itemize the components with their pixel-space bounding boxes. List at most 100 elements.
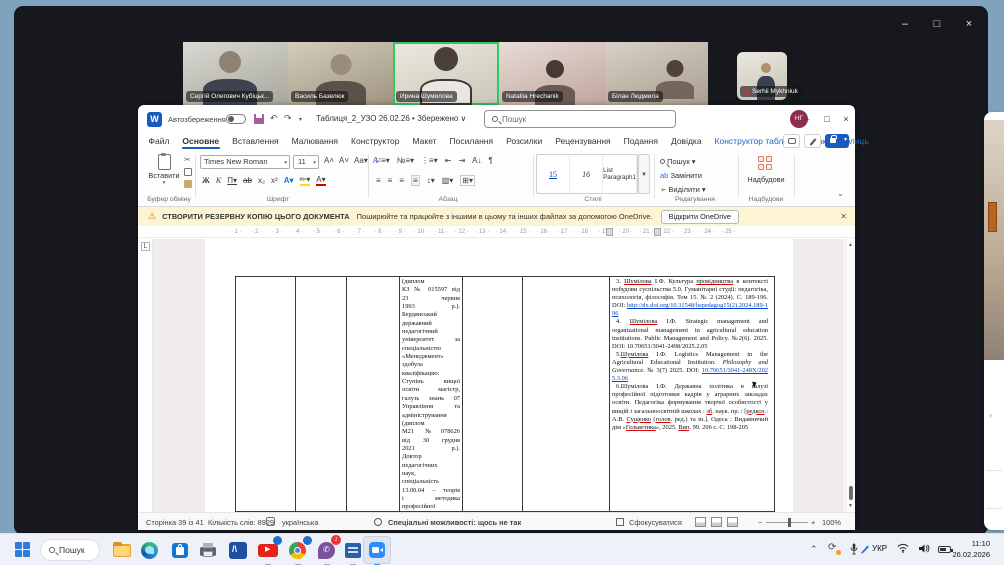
ribbon-tab-Посилання[interactable]: Посилання (443, 133, 500, 149)
video-tile[interactable]: Nataliia Hrechanik (499, 42, 605, 105)
tab-selector-icon[interactable]: L (141, 242, 150, 251)
style-option[interactable]: List Paragraph1 (603, 155, 637, 193)
ribbon-tab-Довідка[interactable]: Довідка (664, 133, 708, 149)
scroll-down-icon[interactable]: ▼ (848, 503, 853, 509)
publication-item[interactable]: 4. Шумілова І.Ф. Strategic management an… (612, 318, 768, 350)
youtube-icon[interactable]: ▶ (256, 538, 280, 562)
ribbon-tab-Основне[interactable]: Основне (176, 133, 226, 149)
table-cell[interactable] (346, 276, 399, 512)
document-page[interactable]: (диплом КЗ № 015597 від 23 червня 1993 р… (205, 239, 793, 512)
comments-icon[interactable] (783, 134, 800, 148)
draw-pen-icon[interactable] (804, 134, 821, 148)
add-ins-button[interactable]: Надбудови (742, 175, 790, 184)
language-indicator[interactable]: УКР (872, 544, 887, 565)
decrease-indent-icon[interactable]: ⇤ (445, 156, 452, 165)
vertical-ruler[interactable]: L (138, 239, 153, 512)
align-left-icon[interactable]: ≡ (376, 176, 381, 185)
printer-icon[interactable] (196, 538, 220, 562)
find-button[interactable]: Пошук ▾ (660, 157, 696, 166)
video-tile[interactable]: Сергій Олегович Кубіцьк... (183, 42, 288, 105)
zoom-maximize-button[interactable]: □ (926, 14, 948, 34)
cut-icon[interactable]: ✂ (184, 155, 192, 164)
numbered-list-icon[interactable]: №≡▾ (397, 156, 414, 165)
borders-icon[interactable]: ⊞▾ (460, 175, 475, 186)
justify-icon[interactable]: ≡ (411, 175, 420, 186)
floating-video-panel[interactable]: › (984, 112, 1004, 530)
ribbon-tab-Подання[interactable]: Подання (617, 133, 664, 149)
style-option[interactable]: 16 (570, 155, 603, 193)
style-option[interactable]: 15 (537, 155, 570, 193)
subscript-icon[interactable]: x₂ (258, 176, 265, 185)
pen-tray-icon[interactable] (860, 544, 870, 565)
panel-expand-chevron-icon[interactable]: › (989, 410, 992, 420)
focus-mode-button[interactable]: Сфокусуватися (629, 518, 682, 527)
superscript-icon[interactable]: x² (271, 176, 278, 185)
battery-icon[interactable] (938, 546, 951, 553)
zoom-app-icon[interactable] (363, 536, 391, 564)
format-painter-icon[interactable] (184, 180, 192, 188)
ribbon-tab-Макет[interactable]: Макет (406, 133, 443, 149)
text-effects-icon[interactable]: A▾ (284, 176, 294, 185)
video-tile[interactable]: Василь Базелюк (288, 42, 393, 105)
font-size-select[interactable]: 11▾ (293, 155, 319, 169)
word-close-button[interactable]: × (837, 111, 855, 127)
paste-button[interactable]: Вставити ▾ (144, 153, 184, 195)
highlight-color-icon[interactable]: ✏▾ (300, 175, 311, 186)
slash-app-icon[interactable]: /\ (226, 538, 250, 562)
word-maximize-button[interactable]: □ (818, 111, 836, 127)
sync-icon[interactable]: ⟳ (828, 542, 836, 565)
file-explorer-icon[interactable] (110, 538, 134, 562)
table-cell[interactable] (295, 276, 346, 512)
shading-icon[interactable]: ▨▾ (442, 176, 454, 185)
line-spacing-icon[interactable]: ↕▾ (427, 176, 435, 185)
replace-button[interactable]: a͏b Замінити (660, 171, 702, 180)
collapse-ribbon-icon[interactable]: ⌄ (837, 189, 844, 198)
doi-link[interactable]: http://dx.doi.org/10.31548/hspedagog15(2… (612, 302, 768, 317)
horizontal-ruler[interactable]: · 1 ·· 2 ·· 3 ·· 4 ·· 5 ·· 6 ·· 7 ·· 8 ·… (138, 226, 855, 238)
publication-item[interactable]: 6.Шумілова І.Ф. Державна політика в галу… (612, 383, 768, 432)
start-button[interactable] (15, 542, 30, 557)
undo-button[interactable]: ↶ (270, 113, 278, 124)
mic-tray-icon[interactable] (850, 543, 858, 565)
scrollbar-thumb[interactable] (849, 486, 853, 500)
clock[interactable]: 11:10 26.02.2026 (952, 538, 990, 560)
ribbon-tab-Рецензування[interactable]: Рецензування (549, 133, 617, 149)
italic-icon[interactable]: K (216, 176, 221, 185)
taskbar-search-input[interactable]: Пошук (40, 539, 100, 561)
tray-overflow-chevron-icon[interactable]: ⌃ (810, 544, 818, 565)
language-indicator[interactable]: українська (282, 518, 318, 527)
indent-marker[interactable] (606, 228, 613, 236)
zoom-close-button[interactable]: × (958, 14, 980, 34)
video-tile[interactable]: Serhii Mykhniuk (737, 52, 787, 100)
banner-close-icon[interactable]: ✕ (840, 212, 847, 221)
table-cell[interactable] (462, 276, 522, 512)
diploma-cell-text[interactable]: (диплом КЗ № 015597 від 23 червня 1993 р… (402, 278, 460, 512)
add-ins-icon[interactable] (758, 156, 774, 172)
font-name-select[interactable]: Times New Roman▾ (200, 155, 290, 169)
save-icon[interactable] (254, 114, 264, 124)
zoom-slider[interactable] (766, 522, 808, 523)
bullet-list-icon[interactable]: ∷≡▾ (376, 156, 390, 165)
ribbon-tab-Малювання[interactable]: Малювання (285, 133, 344, 149)
bold-icon[interactable]: Ж (202, 176, 210, 185)
align-right-icon[interactable]: ≡ (399, 176, 404, 185)
document-title[interactable]: Таблиця_2_УЗО 26.02.26 • Збережено ∨ (316, 114, 466, 123)
indent-marker[interactable] (654, 228, 661, 236)
styles-gallery[interactable]: 15 16 List Paragraph1 (536, 154, 638, 194)
copy-icon[interactable] (184, 168, 192, 176)
select-button[interactable]: ➢ Виділити ▾ (660, 185, 706, 194)
ribbon-tab-Розсилки[interactable]: Розсилки (500, 133, 549, 149)
grow-font-icon[interactable]: A˄ (324, 156, 334, 165)
ribbon-tab-Файл[interactable]: Файл (142, 133, 176, 149)
zoom-in-icon[interactable]: + (811, 518, 815, 527)
video-tile-active-speaker[interactable]: Ирина Шумилова (393, 42, 499, 105)
publication-item[interactable]: 5.Шумілова І.Ф. Logistics Management in … (612, 351, 768, 383)
blue-doc-app-icon[interactable] (341, 538, 365, 562)
document-scrollbar[interactable]: ▲ ▼ (845, 239, 855, 512)
strikethrough-icon[interactable]: ab (243, 176, 252, 185)
ribbon-tab-Конструктор[interactable]: Конструктор (345, 133, 406, 149)
ribbon-tab-Вставлення[interactable]: Вставлення (226, 133, 285, 149)
show-marks-icon[interactable]: ¶ (488, 156, 492, 165)
word-count[interactable]: Кількість слів: 8929 (208, 518, 274, 527)
edge-icon[interactable] (138, 538, 162, 562)
